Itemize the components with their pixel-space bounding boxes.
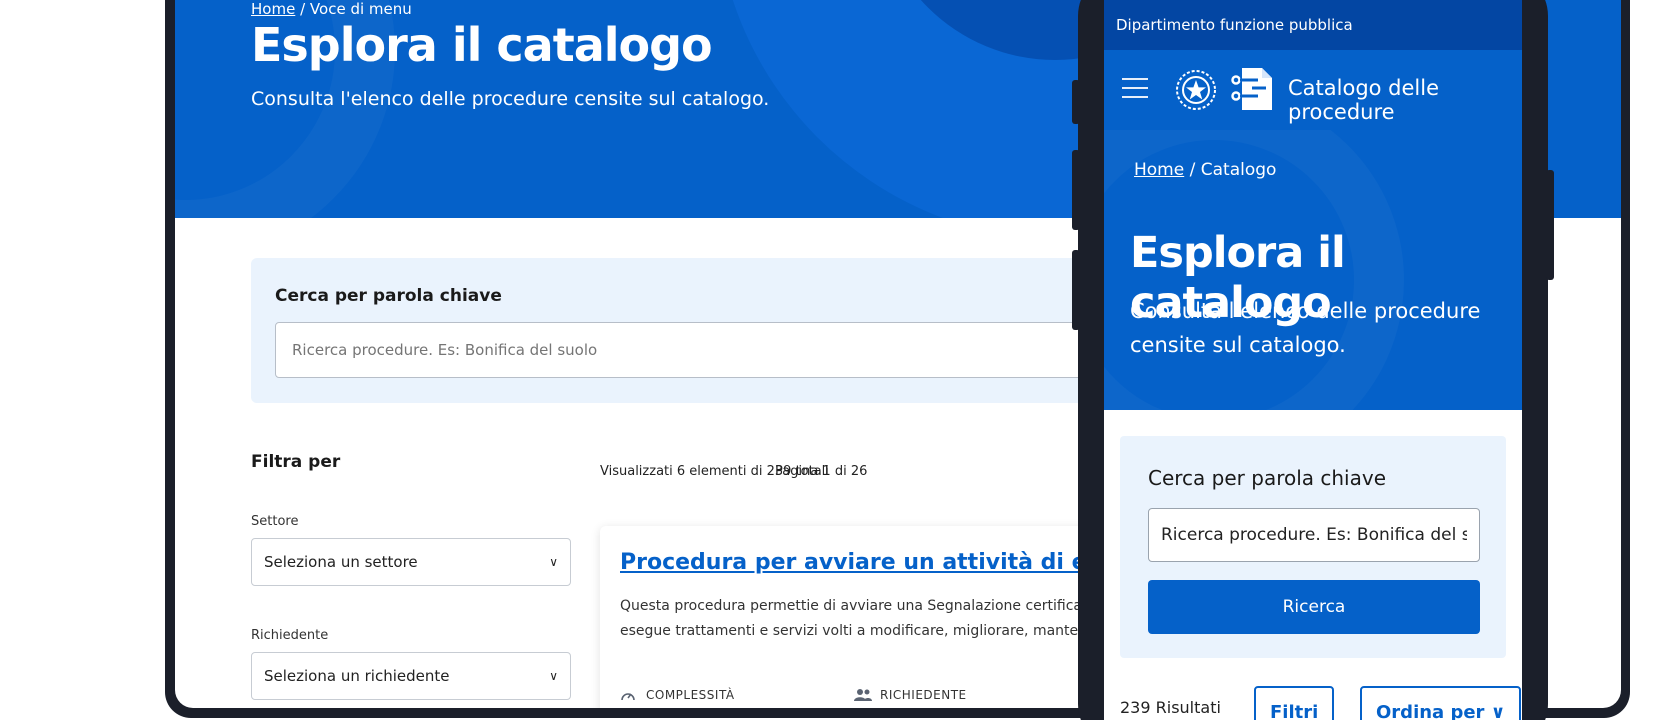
richiedente-meta: RICHIEDENTE — [854, 688, 967, 702]
results-count: 239 Risultati — [1120, 698, 1221, 717]
mobile-breadcrumb: Home / Catalogo — [1134, 160, 1276, 180]
mobile-hero: Home / Catalogo Esplora il catalogo Cons… — [1104, 130, 1522, 410]
filters-heading: Filtra per — [251, 452, 341, 472]
department-name: Dipartimento funzione pubblica — [1116, 16, 1353, 34]
richiedente-label: Richiedente — [251, 628, 329, 643]
gauge-icon — [620, 688, 636, 702]
mobile-search-panel: Cerca per parola chiave Ricerca — [1120, 436, 1506, 658]
filters-button[interactable]: Filtri — [1254, 686, 1335, 720]
search-label: Cerca per parola chiave — [275, 286, 502, 306]
breadcrumb-home-link[interactable]: Home — [251, 0, 295, 18]
showcase-stage: Home / Voce di menu Esplora il catalogo … — [0, 0, 1680, 720]
search-button[interactable]: Ricerca — [1148, 580, 1480, 634]
settore-select[interactable]: Seleziona un settore ∨ — [251, 538, 571, 586]
hamburger-menu-icon[interactable] — [1122, 78, 1148, 105]
settore-label: Settore — [251, 514, 299, 529]
document-network-icon — [1228, 66, 1276, 112]
chevron-down-icon: ∨ — [549, 555, 558, 569]
phone-side-button — [1546, 170, 1554, 280]
phone-side-button — [1072, 80, 1080, 124]
breadcrumb-separator: / — [1189, 160, 1196, 180]
phone-side-button — [1072, 250, 1080, 330]
results-page-indicator: Pagina 1 di 26 — [775, 464, 868, 479]
search-input[interactable] — [275, 322, 1135, 378]
breadcrumb-separator: / — [300, 0, 306, 18]
breadcrumb-current: Catalogo — [1200, 160, 1277, 180]
page-subtitle: Consulta l'elenco delle procedure censit… — [251, 88, 770, 110]
richiedente-meta-label: RICHIEDENTE — [880, 688, 967, 702]
breadcrumb-current: Voce di menu — [309, 0, 412, 18]
users-icon — [854, 688, 872, 702]
search-input[interactable] — [1148, 508, 1480, 562]
app-name: Catalogo delle procedure — [1288, 76, 1440, 124]
mobile-device-frame: Dipartimento funzione pubblica Catalogo … — [1072, 0, 1554, 720]
search-label: Cerca per parola chiave — [1148, 466, 1387, 490]
desktop-search-panel: Cerca per parola chiave — [251, 258, 1135, 403]
sort-button[interactable]: Ordina per ∨ — [1360, 686, 1522, 720]
chevron-down-icon: ∨ — [549, 669, 558, 683]
page-subtitle: Consulta l'elenco delle procedure censit… — [1130, 299, 1481, 357]
mobile-header: Catalogo delle procedure — [1104, 50, 1522, 130]
complessita-meta: COMPLESSITÀ — [620, 688, 735, 702]
richiedente-select-value: Seleziona un richiedente — [264, 667, 450, 685]
richiedente-select[interactable]: Seleziona un richiedente ∨ — [251, 652, 571, 700]
phone-side-button — [1072, 150, 1080, 230]
page-title: Esplora il catalogo — [251, 18, 713, 72]
sort-button-label: Ordina per — [1376, 701, 1485, 720]
republic-emblem-icon — [1174, 68, 1218, 112]
chevron-down-icon: ∨ — [1490, 701, 1506, 720]
complessita-label: COMPLESSITÀ — [646, 688, 735, 702]
desktop-breadcrumb: Home / Voce di menu — [251, 0, 412, 18]
breadcrumb-home-link[interactable]: Home — [1134, 160, 1184, 180]
mobile-screen: Dipartimento funzione pubblica Catalogo … — [1104, 0, 1522, 720]
settore-select-value: Seleziona un settore — [264, 553, 418, 571]
mobile-top-bar: Dipartimento funzione pubblica — [1104, 0, 1522, 50]
